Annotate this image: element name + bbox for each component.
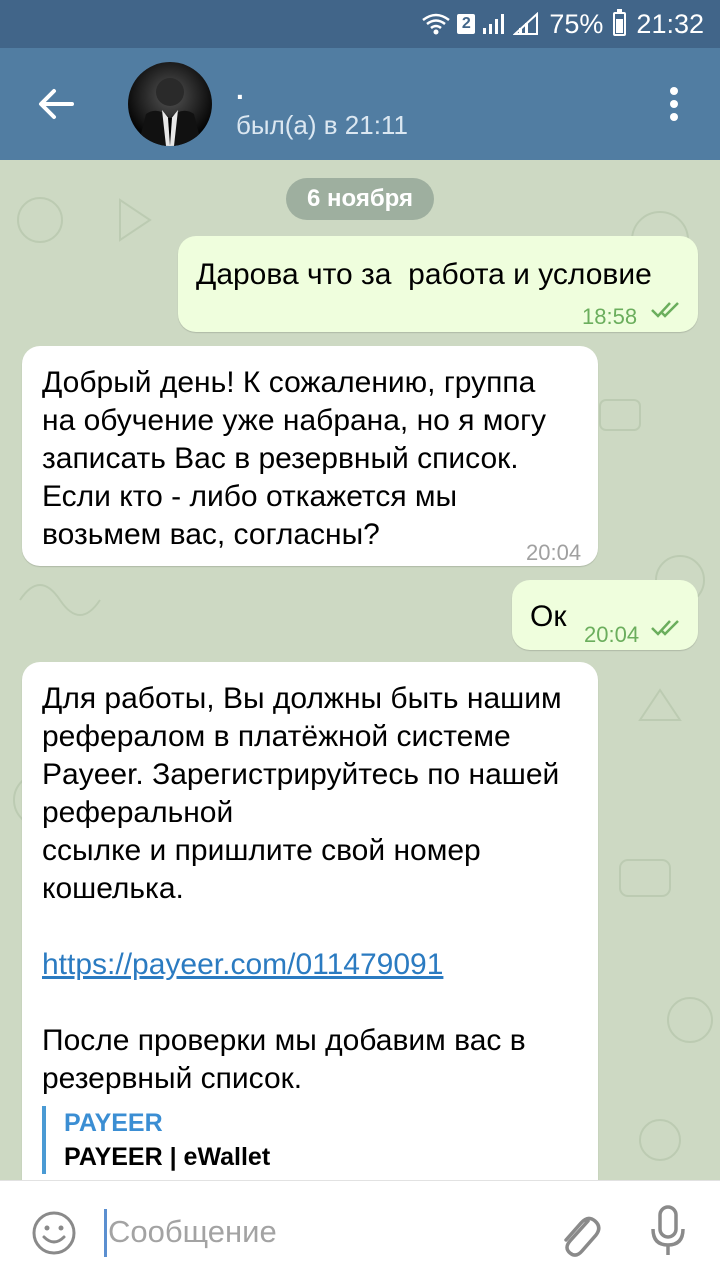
more-vertical-icon[interactable] xyxy=(654,84,694,124)
message-input[interactable] xyxy=(108,1207,528,1257)
avatar-image xyxy=(138,78,202,146)
message-text: Добрый день! К сожалению, группа на обуч… xyxy=(42,366,555,551)
smile-icon[interactable] xyxy=(30,1209,78,1257)
last-seen-status: был(а) в 21:11 xyxy=(236,110,408,140)
battery-icon xyxy=(613,9,627,36)
message-text: Для работы, Вы должны быть нашим реферал… xyxy=(42,682,562,905)
signal-icon xyxy=(483,14,505,34)
preview-title: PAYEER | eWallet xyxy=(64,1143,271,1171)
message-time: 20:04 xyxy=(526,540,582,565)
message-text-2: После проверки мы добавим вас в резервны… xyxy=(42,1024,535,1095)
chat-header: . был(а) в 21:11 xyxy=(0,48,720,160)
status-icons: 2 xyxy=(421,12,539,36)
paperclip-icon[interactable] xyxy=(554,1207,602,1259)
message-bubble-incoming[interactable]: Для работы, Вы должны быть нашим реферал… xyxy=(22,662,598,1180)
text-cursor xyxy=(104,1209,107,1257)
message-list[interactable]: 6 ноября Дарова что за работа и условие … xyxy=(0,160,720,1180)
message-bubble-outgoing[interactable]: Ок 20:04 xyxy=(512,580,698,650)
sim-badge: 2 xyxy=(457,14,476,34)
battery-percent: 75% xyxy=(549,8,604,39)
message-composer xyxy=(0,1180,720,1280)
message-bubble-outgoing[interactable]: Дарова что за работа и условие 18:58 xyxy=(178,236,698,332)
wifi-icon xyxy=(422,13,451,35)
message-bubble-incoming[interactable]: Добрый день! К сожалению, группа на обуч… xyxy=(22,346,598,566)
message-time: 18:58 xyxy=(582,304,638,329)
double-check-icon xyxy=(651,620,679,636)
link-preview[interactable]: PAYEER PAYEER | eWallet xyxy=(42,1106,578,1174)
double-check-icon xyxy=(651,302,679,318)
chat-name[interactable]: . xyxy=(236,74,244,106)
microphone-icon[interactable] xyxy=(648,1205,688,1259)
arrow-left-icon[interactable] xyxy=(30,78,82,130)
preview-site-name: PAYEER xyxy=(64,1109,163,1137)
message-text: Дарова что за работа и условие xyxy=(196,258,652,291)
clock: 21:32 xyxy=(636,8,704,39)
avatar[interactable] xyxy=(128,62,212,146)
signal-icon-2 xyxy=(513,12,539,35)
referral-link[interactable]: https://payeer.com/011479091 xyxy=(42,946,578,984)
message-time: 20:04 xyxy=(584,622,640,647)
date-separator: 6 ноября xyxy=(286,178,434,220)
status-bar: 2 75% 21:32 xyxy=(0,0,720,48)
